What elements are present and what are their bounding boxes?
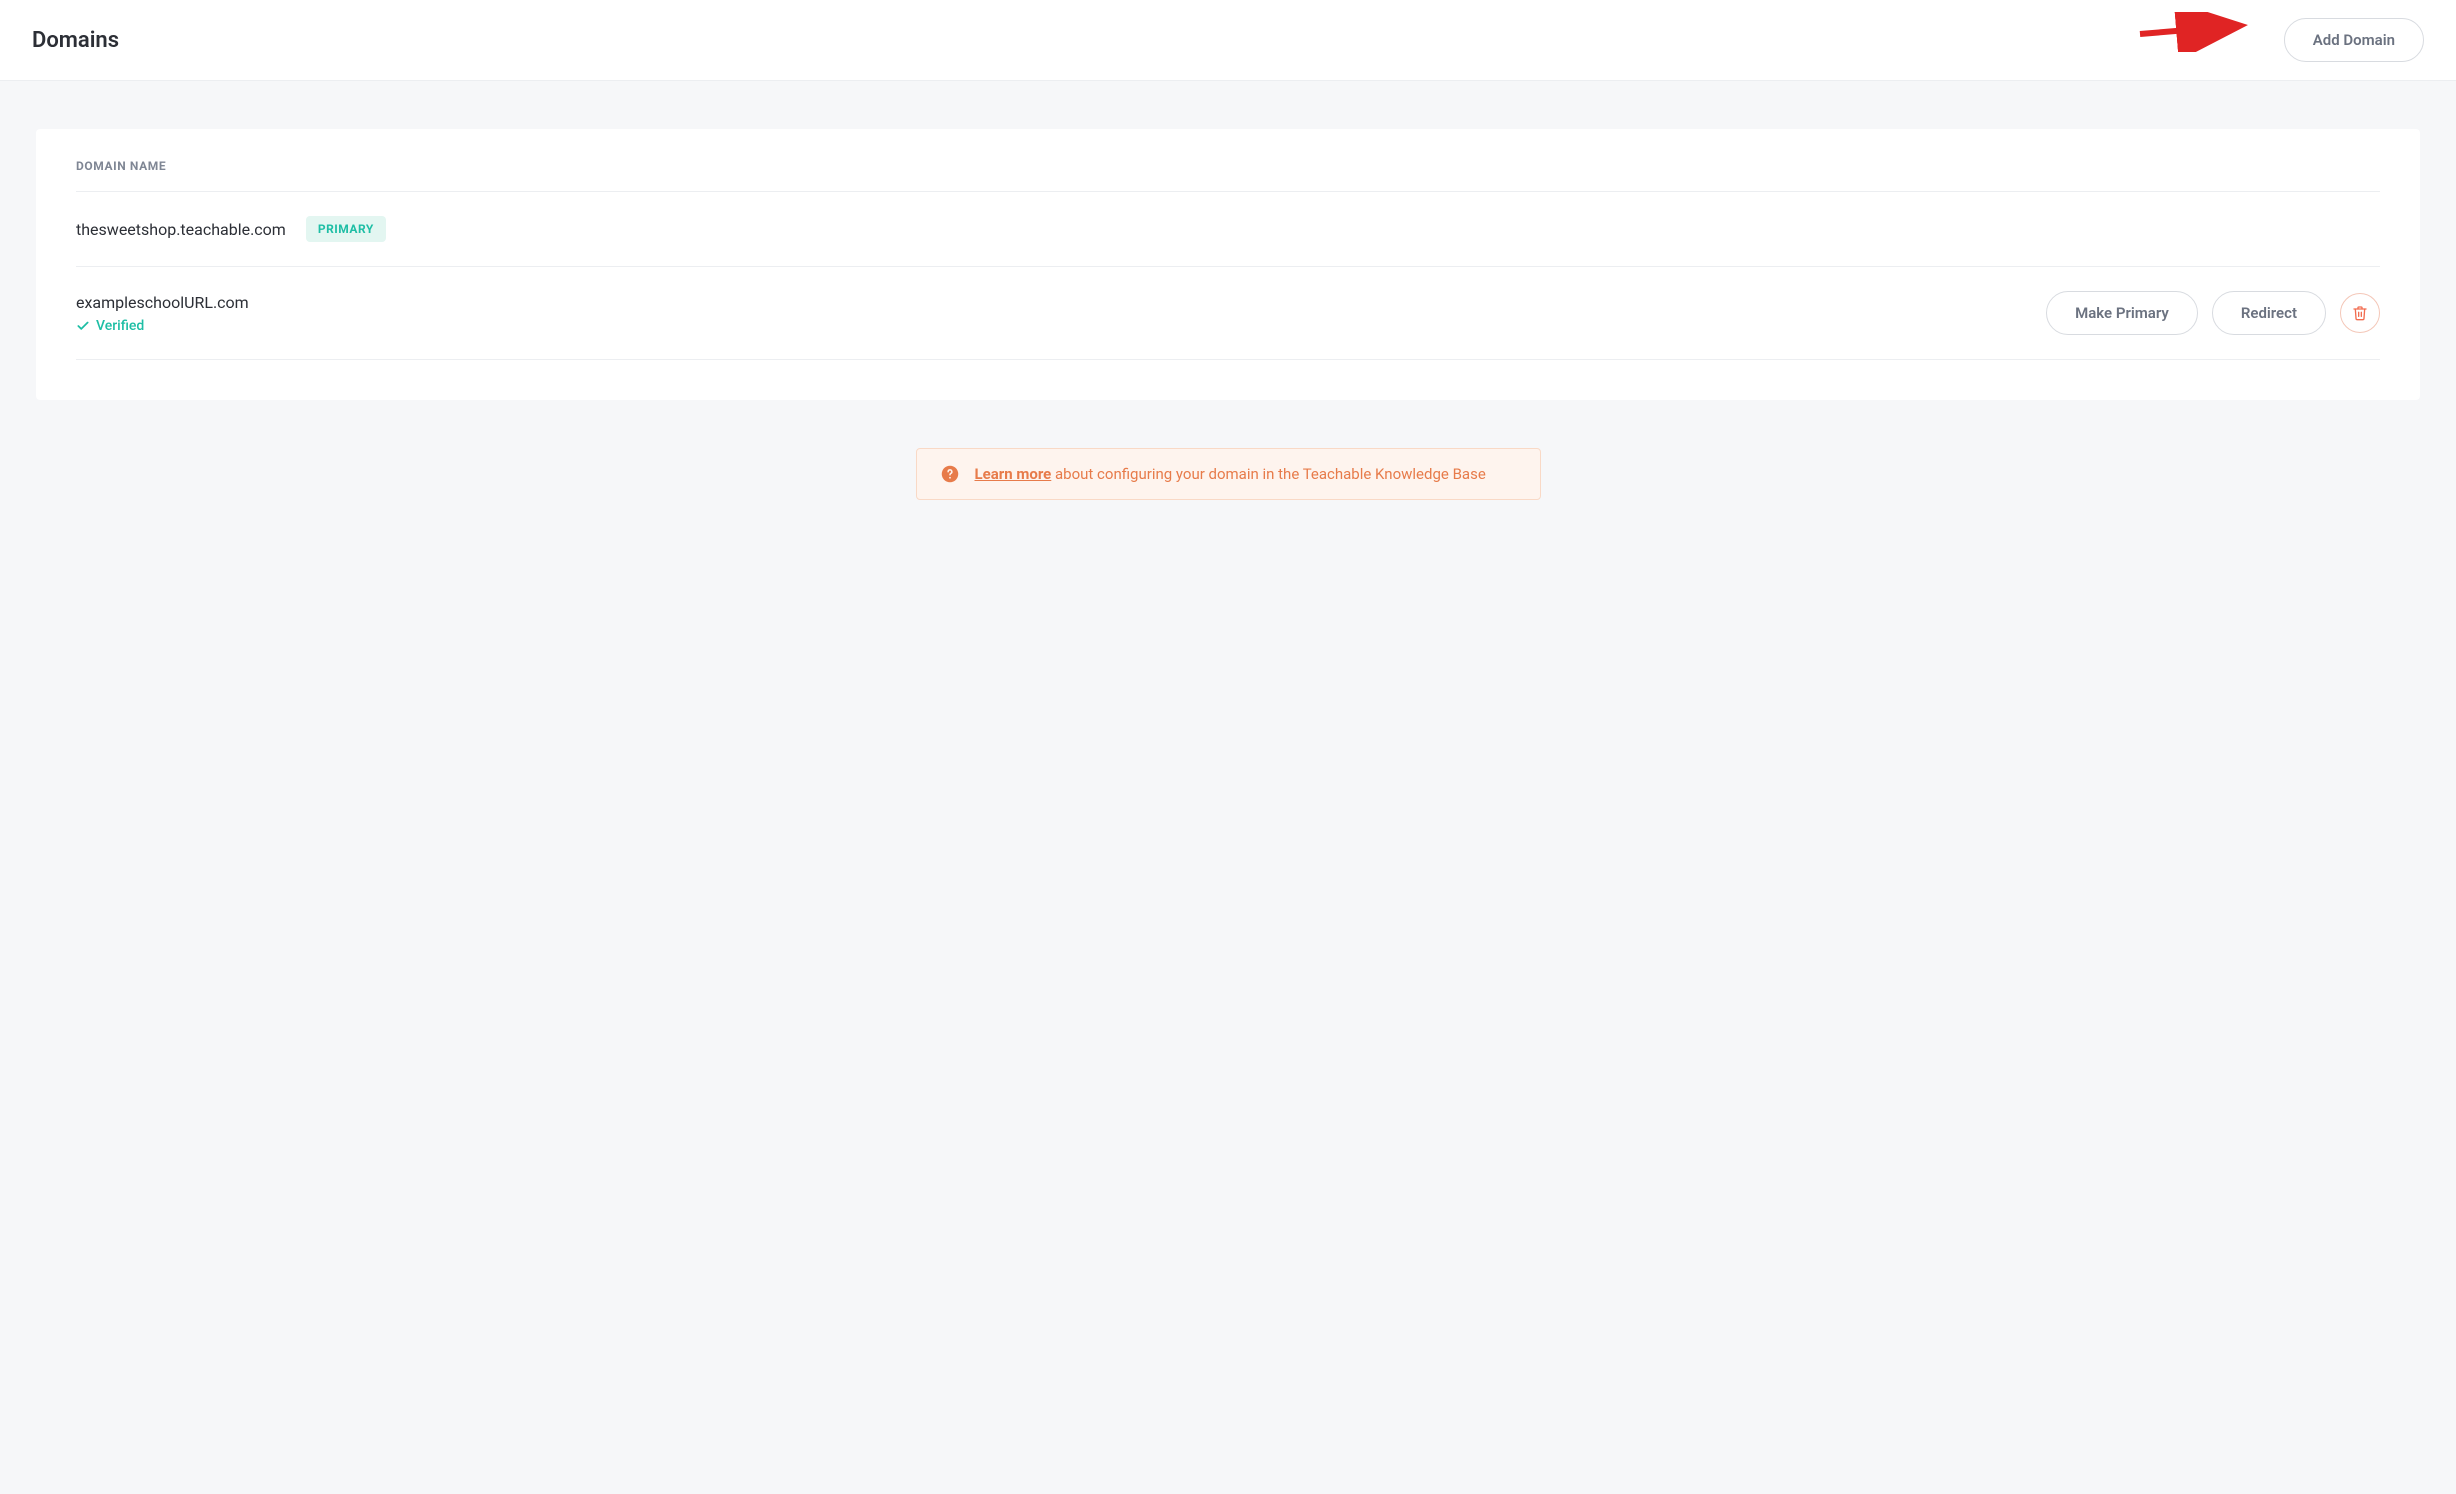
page-content: DOMAIN NAME thesweetshop.teachable.com P…: [0, 81, 2456, 548]
trash-icon: [2352, 305, 2368, 321]
help-icon: [941, 465, 959, 483]
page-header: Domains Add Domain: [0, 0, 2456, 81]
table-row: exampleschoolURL.com Verified Make Prima…: [76, 267, 2380, 360]
make-primary-button[interactable]: Make Primary: [2046, 291, 2198, 335]
info-banner: Learn more about configuring your domain…: [916, 448, 1541, 500]
column-header-domain-name: DOMAIN NAME: [76, 159, 2380, 192]
row-actions: Make Primary Redirect: [2046, 291, 2380, 335]
table-row: thesweetshop.teachable.com PRIMARY: [76, 192, 2380, 267]
redirect-button[interactable]: Redirect: [2212, 291, 2326, 335]
checkmark-icon: [76, 319, 90, 333]
verified-label: Verified: [96, 318, 144, 334]
learn-more-link[interactable]: Learn more: [975, 465, 1052, 483]
primary-badge: PRIMARY: [306, 216, 386, 242]
info-banner-text: Learn more about configuring your domain…: [975, 465, 1486, 483]
row-left: thesweetshop.teachable.com PRIMARY: [76, 216, 386, 242]
row-left: exampleschoolURL.com Verified: [76, 293, 249, 334]
delete-domain-button[interactable]: [2340, 293, 2380, 333]
domains-card: DOMAIN NAME thesweetshop.teachable.com P…: [36, 129, 2420, 400]
domain-name-text: thesweetshop.teachable.com: [76, 220, 286, 239]
annotation-arrow-icon: [2136, 12, 2256, 52]
domain-name-text: exampleschoolURL.com: [76, 293, 249, 312]
info-banner-suffix: about configuring your domain in the Tea…: [1051, 465, 1485, 483]
verified-status: Verified: [76, 318, 249, 334]
add-domain-button[interactable]: Add Domain: [2284, 18, 2424, 62]
page-title: Domains: [32, 28, 119, 53]
